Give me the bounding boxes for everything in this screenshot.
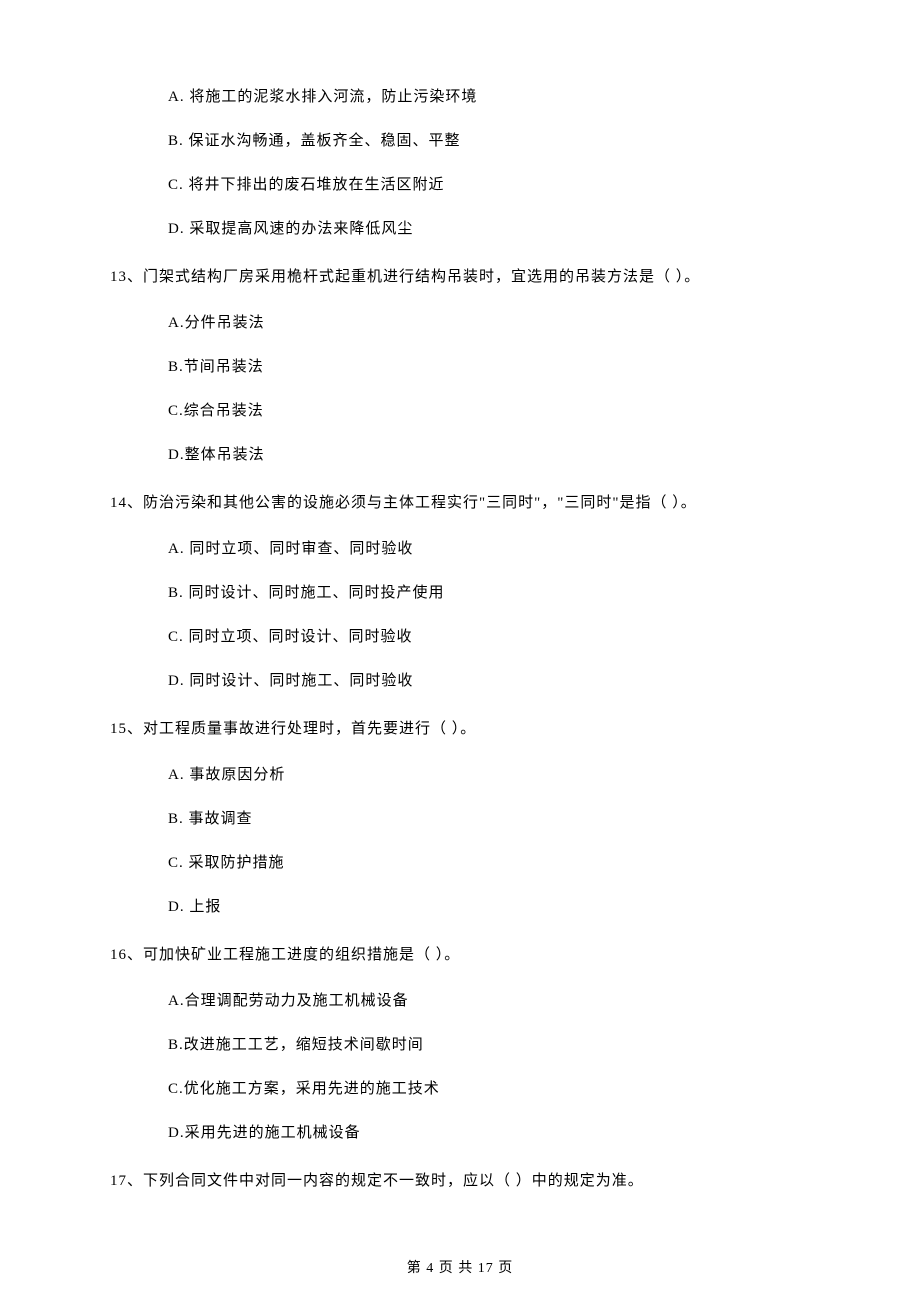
q14-option-b: B. 同时设计、同时施工、同时投产使用	[168, 581, 860, 605]
q14-option-a: A. 同时立项、同时审查、同时验收	[168, 537, 860, 561]
page-footer: 第 4 页 共 17 页	[0, 1258, 920, 1280]
q12-option-a: A. 将施工的泥浆水排入河流，防止污染环境	[168, 85, 860, 109]
q15-stem: 15、对工程质量事故进行处理时，首先要进行（ ）。	[110, 717, 860, 741]
q13-option-d: D.整体吊装法	[168, 443, 860, 467]
q15-option-a: A. 事故原因分析	[168, 763, 860, 787]
q12-option-c: C. 将井下排出的废石堆放在生活区附近	[168, 173, 860, 197]
q12-option-d: D. 采取提高风速的办法来降低风尘	[168, 217, 860, 241]
q12-option-b: B. 保证水沟畅通，盖板齐全、稳固、平整	[168, 129, 860, 153]
q16-option-b: B.改进施工工艺，缩短技术间歇时间	[168, 1033, 860, 1057]
q16-option-d: D.采用先进的施工机械设备	[168, 1121, 860, 1145]
q17-stem: 17、下列合同文件中对同一内容的规定不一致时，应以（ ）中的规定为准。	[110, 1169, 860, 1193]
q15-option-c: C. 采取防护措施	[168, 851, 860, 875]
q14-option-d: D. 同时设计、同时施工、同时验收	[168, 669, 860, 693]
q15-option-b: B. 事故调查	[168, 807, 860, 831]
q13-stem: 13、门架式结构厂房采用桅杆式起重机进行结构吊装时，宜选用的吊装方法是（ ）。	[110, 265, 860, 289]
q14-stem: 14、防治污染和其他公害的设施必须与主体工程实行"三同时"，"三同时"是指（ ）…	[110, 491, 860, 515]
q13-option-b: B.节间吊装法	[168, 355, 860, 379]
q16-stem: 16、可加快矿业工程施工进度的组织措施是（ ）。	[110, 943, 860, 967]
q16-option-c: C.优化施工方案，采用先进的施工技术	[168, 1077, 860, 1101]
page-content: A. 将施工的泥浆水排入河流，防止污染环境 B. 保证水沟畅通，盖板齐全、稳固、…	[0, 0, 920, 1302]
q13-option-a: A.分件吊装法	[168, 311, 860, 335]
q15-option-d: D. 上报	[168, 895, 860, 919]
q14-option-c: C. 同时立项、同时设计、同时验收	[168, 625, 860, 649]
q13-option-c: C.综合吊装法	[168, 399, 860, 423]
q16-option-a: A.合理调配劳动力及施工机械设备	[168, 989, 860, 1013]
